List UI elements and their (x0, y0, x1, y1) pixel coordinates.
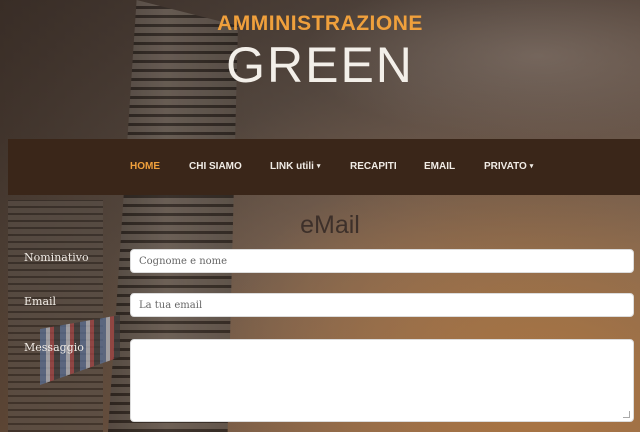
messaggio-textarea[interactable] (130, 339, 634, 422)
chevron-down-icon: ▾ (316, 163, 321, 170)
nav-recapiti[interactable]: RECAPITI (350, 161, 397, 172)
nav-home[interactable]: HOME (130, 161, 160, 172)
form-title: eMail (300, 211, 360, 239)
nominativo-placeholder: Cognome e nome (139, 255, 228, 267)
email-placeholder: La tua email (139, 299, 203, 311)
nav-chi-siamo-label: CHI SIAMO (189, 161, 242, 172)
brand-title: GREEN (226, 37, 414, 93)
nav-privato-dropdown[interactable]: PRIVATO ▾ (484, 161, 533, 172)
nav-link-utili-label: LINK utili (270, 161, 314, 172)
nav-home-label: HOME (130, 161, 160, 172)
nav-email[interactable]: EMAIL (424, 161, 455, 172)
messaggio-label: Messaggio (24, 341, 84, 354)
email-input[interactable]: La tua email (130, 293, 634, 317)
nominativo-input[interactable]: Cognome e nome (130, 249, 634, 273)
main-navbar: HOME CHI SIAMO LINK utili ▾ RECAPITI EMAI… (8, 139, 640, 195)
nominativo-label: Nominativo (24, 251, 89, 264)
nav-privato-label: PRIVATO (484, 161, 527, 172)
nav-chi-siamo[interactable]: CHI SIAMO (189, 161, 242, 172)
nav-email-label: EMAIL (424, 161, 456, 172)
email-label: Email (24, 295, 57, 308)
nav-link-utili-dropdown[interactable]: LINK utili ▾ (270, 161, 320, 172)
brand-subtitle: AMMINISTRAZIONE (217, 12, 423, 35)
resize-handle-icon[interactable] (623, 411, 630, 418)
chevron-down-icon: ▾ (529, 163, 534, 170)
nav-recapiti-label: RECAPITI (350, 161, 397, 172)
